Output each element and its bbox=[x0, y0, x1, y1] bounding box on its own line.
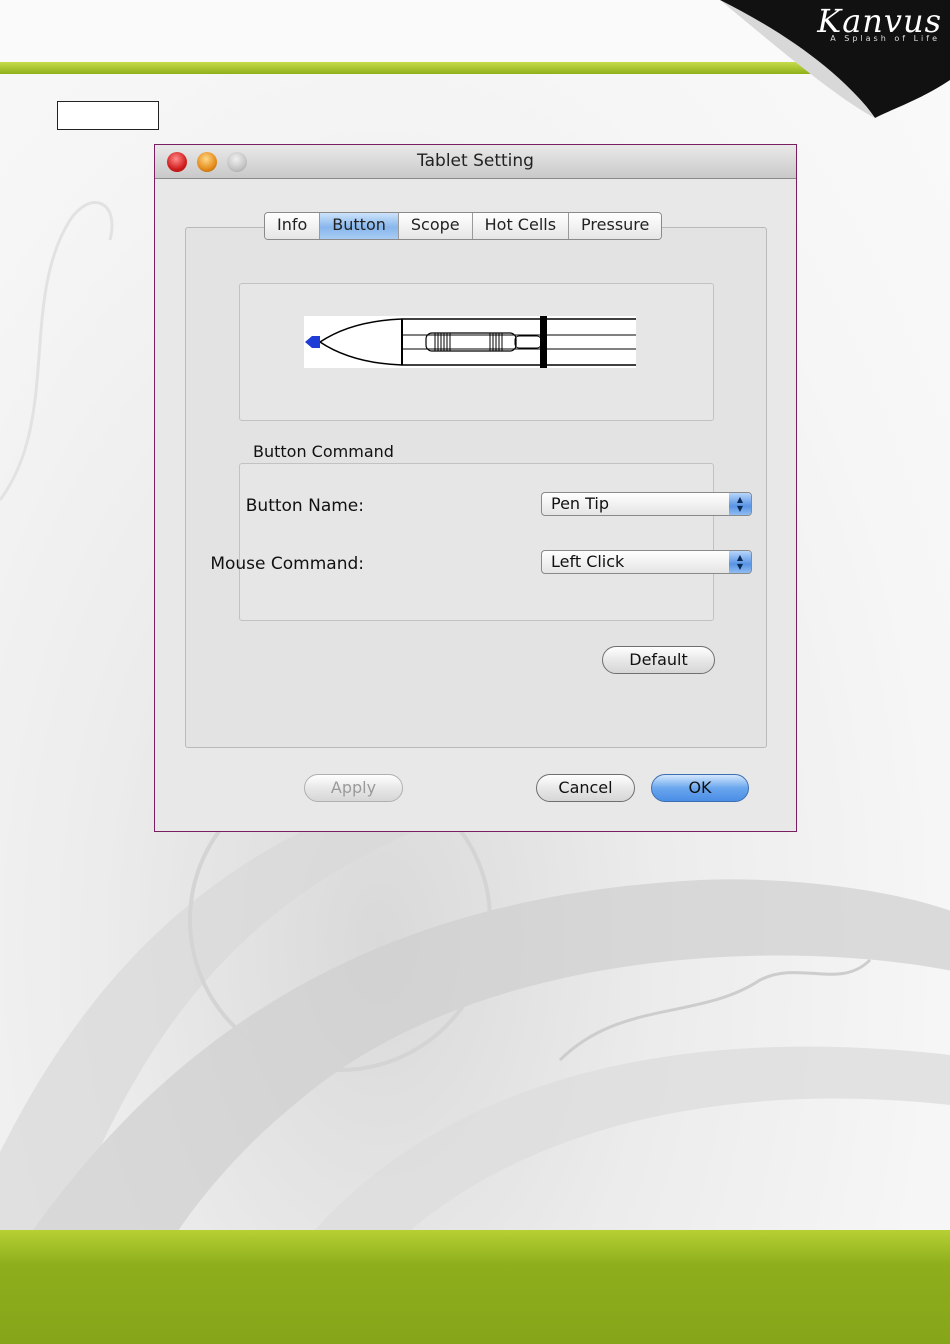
button-name-value: Pen Tip bbox=[551, 494, 610, 513]
pen-diagram bbox=[304, 316, 636, 368]
mouse-command-label: Mouse Command: bbox=[210, 554, 364, 574]
footer-green-band bbox=[0, 1230, 950, 1344]
window-titlebar[interactable]: Tablet Setting bbox=[155, 145, 796, 179]
tab-pressure[interactable]: Pressure bbox=[569, 213, 662, 239]
mouse-command-select[interactable]: Left Click ▲ ▼ bbox=[541, 550, 752, 574]
default-button[interactable]: Default bbox=[602, 646, 715, 674]
ok-button[interactable]: OK bbox=[651, 774, 749, 802]
apply-button[interactable]: Apply bbox=[304, 774, 403, 802]
tab-info[interactable]: Info bbox=[265, 213, 321, 239]
tab-hot-cells[interactable]: Hot Cells bbox=[472, 213, 570, 239]
pen-preview-box bbox=[239, 283, 714, 421]
button-name-label: Button Name: bbox=[245, 496, 364, 516]
tablet-setting-window: Tablet Setting Info Button Scope Hot Cel… bbox=[154, 144, 797, 832]
tab-button[interactable]: Button bbox=[320, 213, 399, 239]
button-command-group-label: Button Command bbox=[253, 442, 394, 461]
updown-arrows-icon: ▲ ▼ bbox=[729, 551, 751, 573]
window-title: Tablet Setting bbox=[417, 151, 534, 171]
updown-arrows-icon: ▲ ▼ bbox=[729, 493, 751, 515]
cancel-button[interactable]: Cancel bbox=[536, 774, 635, 802]
button-name-select[interactable]: Pen Tip ▲ ▼ bbox=[541, 492, 752, 516]
mouse-command-value: Left Click bbox=[551, 552, 625, 571]
tab-bar: Info Button Scope Hot Cells Pressure bbox=[264, 212, 663, 240]
page-label-box bbox=[57, 101, 159, 130]
button-command-box: Button Name: Pen Tip ▲ ▼ Mouse Command: L… bbox=[210, 463, 752, 621]
brand-tagline: A Splash of Life bbox=[830, 34, 940, 43]
tab-scope[interactable]: Scope bbox=[398, 213, 473, 239]
